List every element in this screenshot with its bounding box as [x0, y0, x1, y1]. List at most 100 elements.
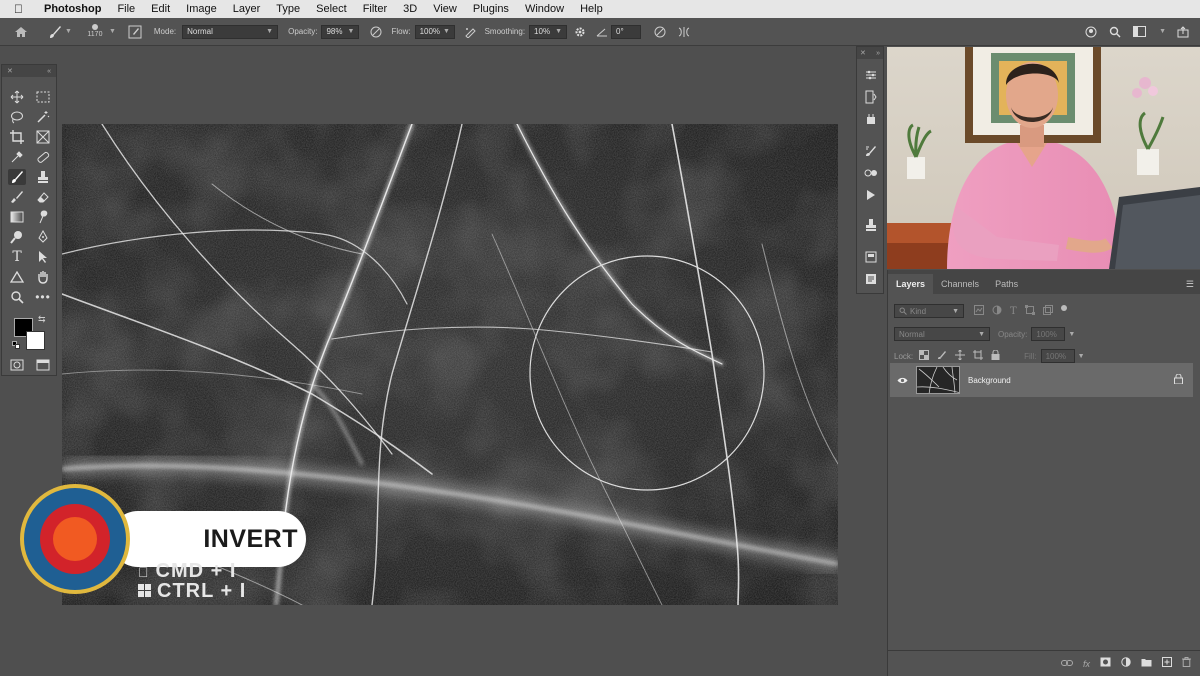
search-icon[interactable]: [1108, 25, 1122, 39]
eraser-tool-icon[interactable]: [34, 189, 52, 205]
menu-image[interactable]: Image: [186, 3, 217, 15]
visibility-eye-icon[interactable]: [896, 377, 908, 384]
lock-artboard-icon[interactable]: [973, 350, 984, 362]
lock-image-icon[interactable]: [937, 350, 947, 362]
history-brush-tool-icon[interactable]: [8, 189, 26, 205]
collapse-panel-icon[interactable]: «: [47, 68, 51, 75]
pressure-opacity-icon[interactable]: [369, 25, 383, 39]
tab-layers[interactable]: Layers: [888, 274, 934, 294]
blend-mode-select[interactable]: Normal ▼: [894, 327, 990, 341]
filter-type-icon[interactable]: T: [1010, 306, 1017, 317]
angle-field[interactable]: 0°: [611, 24, 642, 39]
filter-pixel-icon[interactable]: [974, 305, 984, 317]
history-icon[interactable]: [863, 89, 879, 105]
lock-transparent-icon[interactable]: [919, 350, 930, 362]
mode-select[interactable]: Normal ▼: [182, 24, 279, 39]
hand-tool-icon[interactable]: [34, 269, 52, 285]
shape-tool-icon[interactable]: [8, 269, 26, 285]
menu-help[interactable]: Help: [580, 3, 603, 15]
clone-stamp-tool-icon[interactable]: [34, 169, 52, 185]
add-mask-icon[interactable]: [1100, 657, 1111, 670]
close-panel-icon[interactable]: ✕: [860, 49, 866, 57]
marquee-tool-icon[interactable]: [34, 89, 52, 105]
filter-kind-select[interactable]: Kind ▼: [894, 304, 964, 318]
notes-icon[interactable]: [863, 271, 879, 287]
chevron-down-icon[interactable]: ▼: [1159, 28, 1166, 35]
new-group-folder-icon[interactable]: [1141, 658, 1152, 670]
smoothing-field[interactable]: 10% ▼: [529, 24, 568, 39]
expand-panel-icon[interactable]: »: [876, 50, 880, 57]
lasso-tool-icon[interactable]: [8, 109, 26, 125]
filter-shape-icon[interactable]: [1024, 305, 1035, 317]
menu-3d[interactable]: 3D: [403, 3, 417, 15]
layer-style-fx-icon[interactable]: fx: [1083, 659, 1090, 669]
default-colors-icon[interactable]: [12, 341, 20, 349]
gear-icon[interactable]: [573, 25, 587, 39]
fill-field[interactable]: 100%: [1040, 349, 1075, 363]
workspace-icon[interactable]: [1132, 25, 1146, 39]
frame-tool-icon[interactable]: [34, 129, 52, 145]
layer-opacity-field[interactable]: 100%: [1031, 327, 1066, 341]
new-layer-icon[interactable]: [1162, 657, 1172, 670]
gradient-tool-icon[interactable]: [8, 209, 26, 225]
menu-select[interactable]: Select: [316, 3, 347, 15]
brush-settings-panel-toggle[interactable]: [128, 25, 142, 39]
symmetry-icon[interactable]: [677, 25, 691, 39]
crop-tool-icon[interactable]: [8, 129, 26, 145]
home-icon[interactable]: [8, 19, 34, 45]
lock-position-icon[interactable]: [955, 349, 966, 362]
close-panel-icon[interactable]: ✕: [7, 67, 13, 75]
new-adjustment-layer-icon[interactable]: [1121, 657, 1131, 670]
brush-tool-preset[interactable]: ▼: [48, 25, 72, 39]
actions-icon[interactable]: [863, 111, 879, 127]
brush-tool-icon[interactable]: [8, 169, 26, 185]
apple-icon[interactable]: : [14, 2, 30, 16]
tab-paths[interactable]: Paths: [987, 274, 1026, 294]
move-tool-icon[interactable]: [8, 89, 26, 105]
adjustments-icon[interactable]: [863, 67, 879, 83]
menu-plugins[interactable]: Plugins: [473, 3, 509, 15]
chevron-down-icon[interactable]: ▼: [1068, 331, 1075, 338]
menu-type[interactable]: Type: [276, 3, 300, 15]
magic-wand-tool-icon[interactable]: [34, 109, 52, 125]
lock-all-icon[interactable]: [991, 349, 1000, 362]
tool-presets-icon[interactable]: [863, 217, 879, 233]
properties-icon[interactable]: [863, 249, 879, 265]
filter-toggle-icon[interactable]: [1060, 305, 1067, 311]
type-tool-icon[interactable]: T: [8, 249, 26, 265]
layer-row-background[interactable]: Background: [890, 363, 1193, 397]
filter-adjustment-icon[interactable]: [992, 305, 1002, 317]
filter-smart-object-icon[interactable]: [1042, 305, 1053, 317]
delete-layer-trash-icon[interactable]: [1182, 657, 1191, 670]
pressure-size-icon[interactable]: [653, 25, 667, 39]
menu-view[interactable]: View: [433, 3, 457, 15]
tab-channels[interactable]: Channels: [933, 274, 987, 294]
chevron-down-icon[interactable]: ▼: [109, 28, 116, 35]
menu-filter[interactable]: Filter: [363, 3, 387, 15]
clone-source-icon[interactable]: [863, 165, 879, 181]
eyedropper-tool-icon[interactable]: [8, 149, 26, 165]
menu-file[interactable]: File: [117, 3, 135, 15]
play-icon[interactable]: [863, 187, 879, 203]
screen-mode-icon[interactable]: [34, 357, 52, 373]
menu-layer[interactable]: Layer: [233, 3, 261, 15]
airbrush-icon[interactable]: [463, 25, 477, 39]
share-user-icon[interactable]: [1084, 25, 1098, 39]
menu-window[interactable]: Window: [525, 3, 564, 15]
brush-settings-icon[interactable]: [863, 143, 879, 159]
dodge-tool-icon[interactable]: [8, 229, 26, 245]
menu-edit[interactable]: Edit: [151, 3, 170, 15]
panel-menu-icon[interactable]: ☰: [1186, 274, 1194, 294]
quick-mask-icon[interactable]: [8, 357, 26, 373]
more-tools-icon[interactable]: •••: [34, 289, 52, 305]
app-menu-photoshop[interactable]: Photoshop: [44, 3, 101, 15]
healing-brush-tool-icon[interactable]: [34, 149, 52, 165]
link-layers-icon[interactable]: [1060, 658, 1073, 670]
opacity-field[interactable]: 98% ▼: [321, 24, 360, 39]
smudge-tool-icon[interactable]: [34, 209, 52, 225]
share-icon[interactable]: [1176, 25, 1190, 39]
zoom-tool-icon[interactable]: [8, 289, 26, 305]
brush-size-picker[interactable]: 1170: [84, 23, 106, 38]
background-color-swatch[interactable]: [26, 331, 45, 350]
pen-tool-icon[interactable]: [34, 229, 52, 245]
